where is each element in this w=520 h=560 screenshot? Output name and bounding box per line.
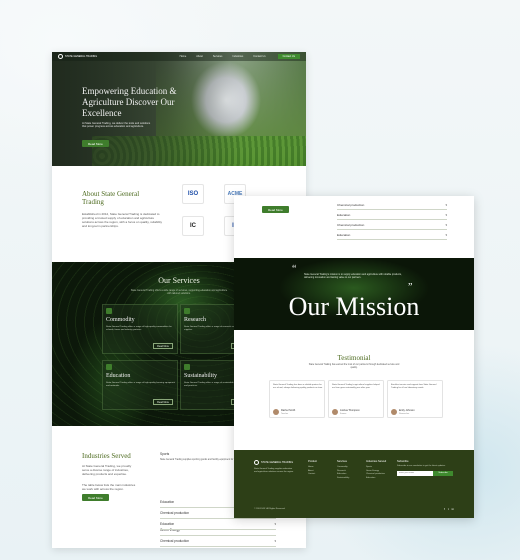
footer-link[interactable]: Education [366, 477, 386, 481]
cert-badge-iso: ISO [182, 184, 204, 204]
accordion-item[interactable]: Chemical production ▾ [337, 200, 447, 210]
top-nav: STATE GENERAL TRADING Home About Service… [52, 52, 306, 61]
nav-link[interactable]: Industries [232, 55, 243, 58]
chevron-down-icon: ▾ [274, 539, 276, 543]
quote-open-icon: “ [292, 264, 297, 275]
facebook-icon[interactable]: f [444, 507, 445, 511]
testimonial-title: Testimonial [337, 354, 371, 362]
chevron-down-icon: ▾ [445, 212, 447, 217]
industries-body-2: The table below lists the main industrie… [82, 483, 136, 491]
service-card[interactable]: Education State General Trading offers a… [102, 360, 178, 410]
leaf-icon [106, 308, 112, 314]
globe-icon [184, 364, 190, 370]
mission-section: “ State General Trading's mission is to … [234, 258, 474, 330]
footer-column: Services Commodity Research Education Su… [337, 460, 350, 481]
accordion-item[interactable]: Chemical production ▾ [160, 536, 276, 547]
avatar [332, 409, 338, 415]
industries-cta-button[interactable]: Read More [82, 494, 109, 501]
read-more-button[interactable]: Read More [262, 206, 289, 213]
logo-icon [58, 54, 63, 59]
accordion-item[interactable]: Chemical production ▾ [337, 220, 447, 230]
subscribe-button[interactable]: Subscribe [433, 470, 453, 476]
nav-contact-button[interactable]: Contact Us [277, 54, 300, 59]
testimonial-subtitle: State General Trading has earned the tru… [308, 364, 400, 369]
footer-logo[interactable]: STATE GENERAL TRADING [254, 460, 293, 465]
quote-close-icon: ” [408, 282, 413, 293]
testimonial-card: State General Trading's agricultural sup… [328, 380, 384, 418]
nav-link[interactable]: Contact Us [253, 55, 265, 58]
hero-cta-button[interactable]: Read More [82, 140, 109, 147]
accordion-item[interactable]: Education ▾ [337, 210, 447, 220]
testimonial-section: Testimonial State General Trading has ea… [234, 330, 474, 450]
hero-subtitle: At State General Trading, we deliver the… [82, 122, 151, 129]
book-icon [106, 364, 112, 370]
cert-badge-ic: IC [182, 216, 204, 236]
chevron-down-icon: ▾ [445, 202, 447, 207]
footer-description: State General Trading supplies education… [254, 468, 294, 473]
twitter-icon[interactable]: t [448, 507, 449, 511]
right-accordion: Read More Chemical production ▾ Education… [234, 196, 474, 258]
site-footer: STATE GENERAL TRADING State General Trad… [234, 450, 474, 518]
flask-icon [184, 308, 190, 314]
about-title: About State General Trading [82, 190, 140, 206]
read-more-button[interactable]: Read More [153, 343, 173, 349]
chevron-down-icon: ▾ [274, 522, 276, 526]
nav-link[interactable]: Home [180, 55, 187, 58]
hero-section: STATE GENERAL TRADING Home About Service… [52, 52, 306, 166]
mission-title: Our Mission [288, 292, 420, 321]
social-links: f t in [444, 507, 454, 511]
brand-logo[interactable]: STATE GENERAL TRADING [58, 54, 97, 59]
accordion-item[interactable]: Education ▾ [337, 230, 447, 240]
accordion-item[interactable]: Education ▾ [160, 519, 276, 530]
testimonial-card: State General Trading has been a reliabl… [269, 380, 325, 418]
footer-link[interactable]: Sustainability [337, 477, 349, 481]
industries-title: Industries Served [82, 452, 131, 460]
hero-title: Empowering Education & Agriculture Disco… [82, 86, 177, 118]
industries-body: At State General Trading, we proudly ser… [82, 464, 132, 476]
nav-links: Home About Services Industries Contact U… [180, 55, 266, 58]
service-card[interactable]: Commodity State General Trading offers a… [102, 304, 178, 354]
newsletter: Subscribe Subscribe to our newsletter to… [397, 460, 453, 476]
about-body: Established in 2012, State General Tradi… [82, 212, 162, 228]
avatar [391, 409, 397, 415]
avatar [273, 409, 279, 415]
logo-icon [254, 460, 259, 465]
nav-link[interactable]: About [196, 55, 203, 58]
nav-link[interactable]: Services [213, 55, 223, 58]
footer-column: Industries Served Sports Green Energy Ch… [366, 460, 387, 481]
chevron-down-icon: ▾ [445, 232, 447, 237]
testimonial-card: Excellent service and support from State… [387, 380, 443, 418]
homepage-mockup-right: Read More Chemical production ▾ Education… [234, 196, 474, 518]
read-more-button[interactable]: Read More [153, 399, 173, 405]
chevron-down-icon: ▾ [445, 222, 447, 227]
copyright: © 2024 SGT. All Rights Reserved. [254, 508, 286, 510]
footer-column: Product Home About Contact [308, 460, 317, 477]
newsletter-email-input[interactable] [397, 470, 433, 476]
services-subtitle: State General Trading offers a wide rang… [130, 289, 228, 296]
linkedin-icon[interactable]: in [452, 507, 454, 511]
footer-link[interactable]: Contact [308, 473, 317, 477]
mission-quote: State General Trading's mission is to su… [304, 273, 402, 280]
